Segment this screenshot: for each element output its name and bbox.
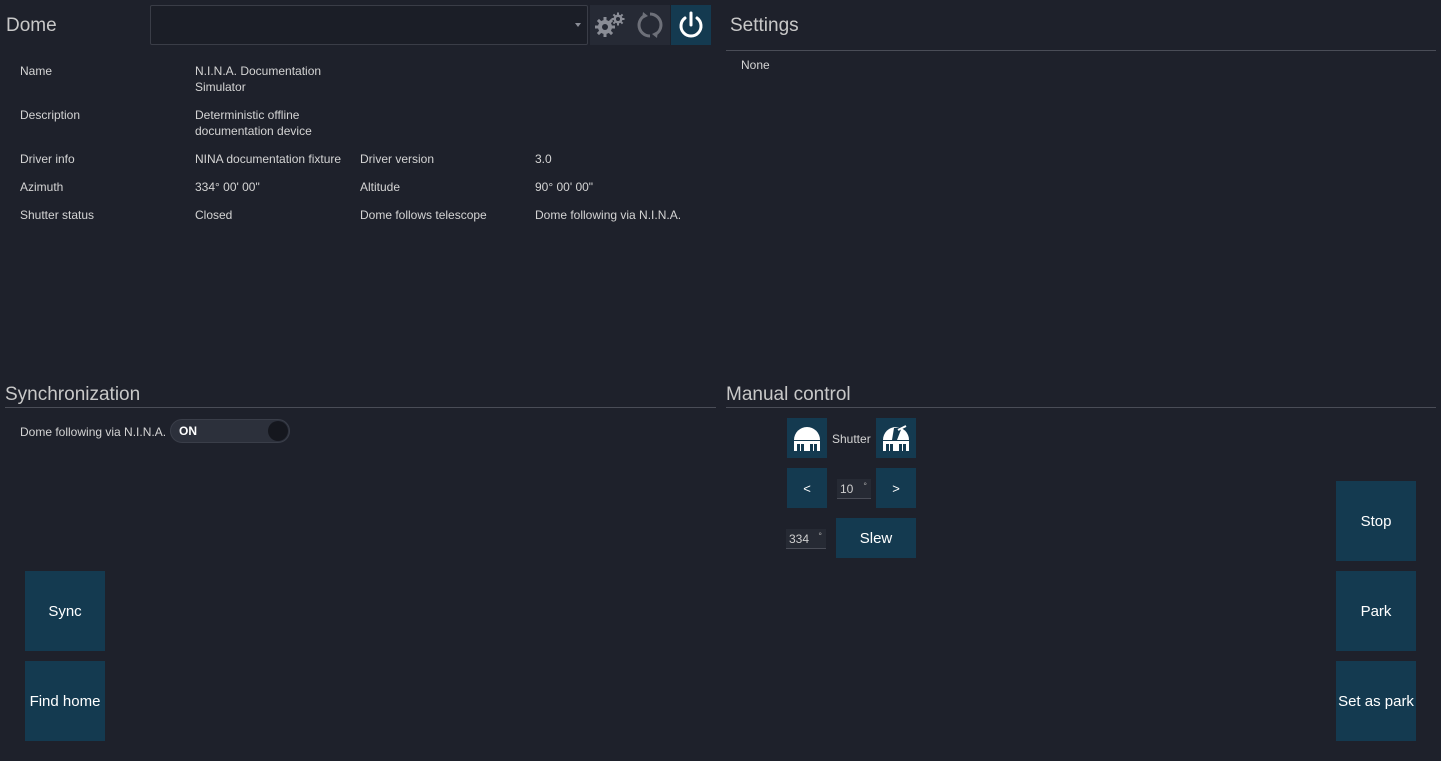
shutter-label: Shutter (832, 432, 871, 446)
info-label-description: Description (20, 108, 81, 122)
info-value-shutter-status: Closed (195, 208, 233, 222)
target-azimuth-unit: ° (818, 531, 822, 541)
dome-open-icon (883, 425, 909, 451)
info-label-dome-follows: Dome follows telescope (360, 208, 487, 222)
toggle-state-text: ON (179, 424, 197, 438)
chevron-down-icon (575, 23, 581, 27)
settings-value: None (741, 58, 770, 72)
dome-title: Dome (6, 15, 57, 36)
info-value-azimuth: 334° 00' 00" (195, 180, 260, 194)
info-value-dome-follows: Dome following via N.I.N.A. (535, 208, 682, 222)
slew-button[interactable]: Slew (836, 518, 916, 558)
rotate-left-button[interactable]: < (787, 468, 827, 508)
info-label-name: Name (20, 64, 53, 78)
manual-control-title: Manual control (726, 384, 851, 405)
toggle-knob (268, 421, 288, 441)
close-shutter-button[interactable] (787, 418, 827, 458)
synchronization-divider (5, 407, 716, 408)
dome-following-toggle[interactable]: ON (170, 419, 290, 443)
info-label-azimuth: Azimuth (20, 180, 64, 194)
device-dropdown[interactable] (150, 5, 588, 45)
park-button[interactable]: Park (1336, 571, 1416, 651)
dome-closed-icon (794, 427, 820, 451)
info-label-shutter-status: Shutter status (20, 208, 95, 222)
info-value-name: N.I.N.A. Documentation Simulator (195, 64, 322, 94)
info-value-description: Deterministic offline documentation devi… (195, 108, 312, 138)
rotation-step-value: 10 (840, 481, 854, 496)
rotation-step-unit: ° (863, 481, 867, 491)
stop-button[interactable]: Stop (1336, 481, 1416, 561)
settings-divider (726, 50, 1436, 51)
set-as-park-button[interactable]: Set as park (1336, 661, 1416, 741)
info-value-driver-version: 3.0 (535, 152, 552, 166)
refresh-button[interactable] (630, 5, 670, 45)
info-value-altitude: 90° 00' 00" (535, 180, 594, 194)
connect-button[interactable] (671, 5, 711, 45)
find-home-button[interactable]: Find home (25, 661, 105, 741)
setup-button[interactable] (590, 5, 630, 45)
power-icon (679, 11, 703, 38)
target-azimuth-input[interactable]: 334 ° (786, 529, 826, 549)
open-shutter-button[interactable] (876, 418, 916, 458)
refresh-icon (637, 12, 663, 38)
rotate-right-button[interactable]: > (876, 468, 916, 508)
manual-control-divider (726, 407, 1436, 408)
dome-following-label: Dome following via N.I.N.A. (20, 425, 167, 439)
synchronization-title: Synchronization (5, 384, 141, 405)
info-label-driver-version: Driver version (360, 152, 435, 166)
rotation-step-input[interactable]: 10 ° (837, 479, 871, 499)
gears-icon (595, 12, 625, 37)
info-label-driver-info: Driver info (20, 152, 75, 166)
info-value-driver-info: NINA documentation fixture (195, 152, 342, 166)
settings-title: Settings (730, 15, 799, 36)
target-azimuth-value: 334 (789, 531, 810, 546)
info-label-altitude: Altitude (360, 180, 401, 194)
sync-button[interactable]: Sync (25, 571, 105, 651)
